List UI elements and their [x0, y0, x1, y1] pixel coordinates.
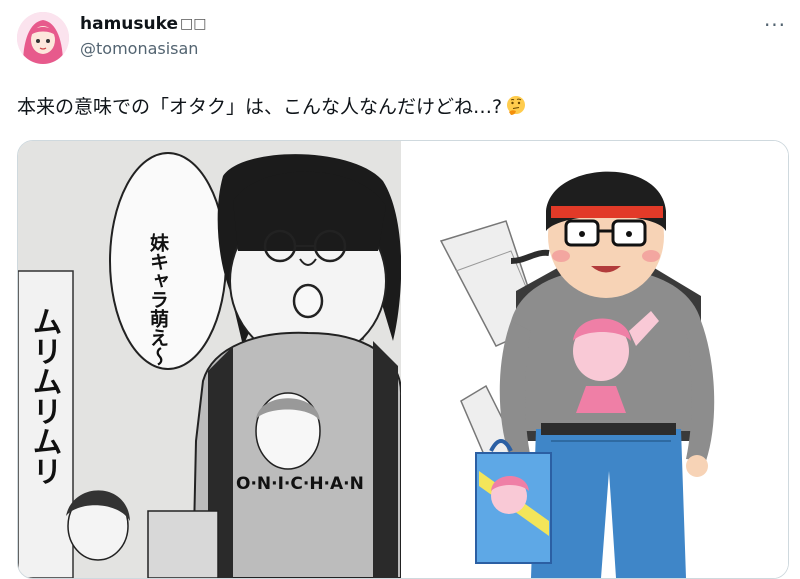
name-emoji-icon: □□: [180, 16, 207, 32]
shirt-text: O·N·I·C·H·A·N: [236, 474, 364, 494]
more-options-icon[interactable]: ···: [760, 10, 790, 40]
manga-drawing: O·N·I·C·H·A·N 妹キャラ萌え〜 ムリムリムリ: [18, 141, 403, 578]
author-display-name[interactable]: hamusuke: [80, 14, 178, 34]
avatar-image: [17, 12, 69, 64]
tweet-text: 本来の意味での「オタク」は、こんな人なんだけどね…?: [17, 92, 527, 119]
otaku-illustration: [401, 141, 788, 578]
manga-image[interactable]: O·N·I·C·H·A·N 妹キャラ萌え〜 ムリムリムリ: [18, 141, 403, 578]
illustration-image[interactable]: [401, 141, 788, 578]
author-handle[interactable]: @tomonasisan: [80, 39, 198, 58]
thinking-face-icon: [507, 95, 526, 115]
author-name-row[interactable]: hamusuke □□: [80, 14, 206, 34]
tweet-body: 本来の意味での「オタク」は、こんな人なんだけどね…?: [17, 96, 503, 118]
tweet-media[interactable]: O·N·I·C·H·A·N 妹キャラ萌え〜 ムリムリムリ: [17, 140, 789, 579]
speech-bubble-text: 妹キャラ萌え〜: [147, 233, 170, 366]
side-text: ムリムリムリ: [27, 306, 62, 486]
avatar[interactable]: [17, 12, 69, 64]
